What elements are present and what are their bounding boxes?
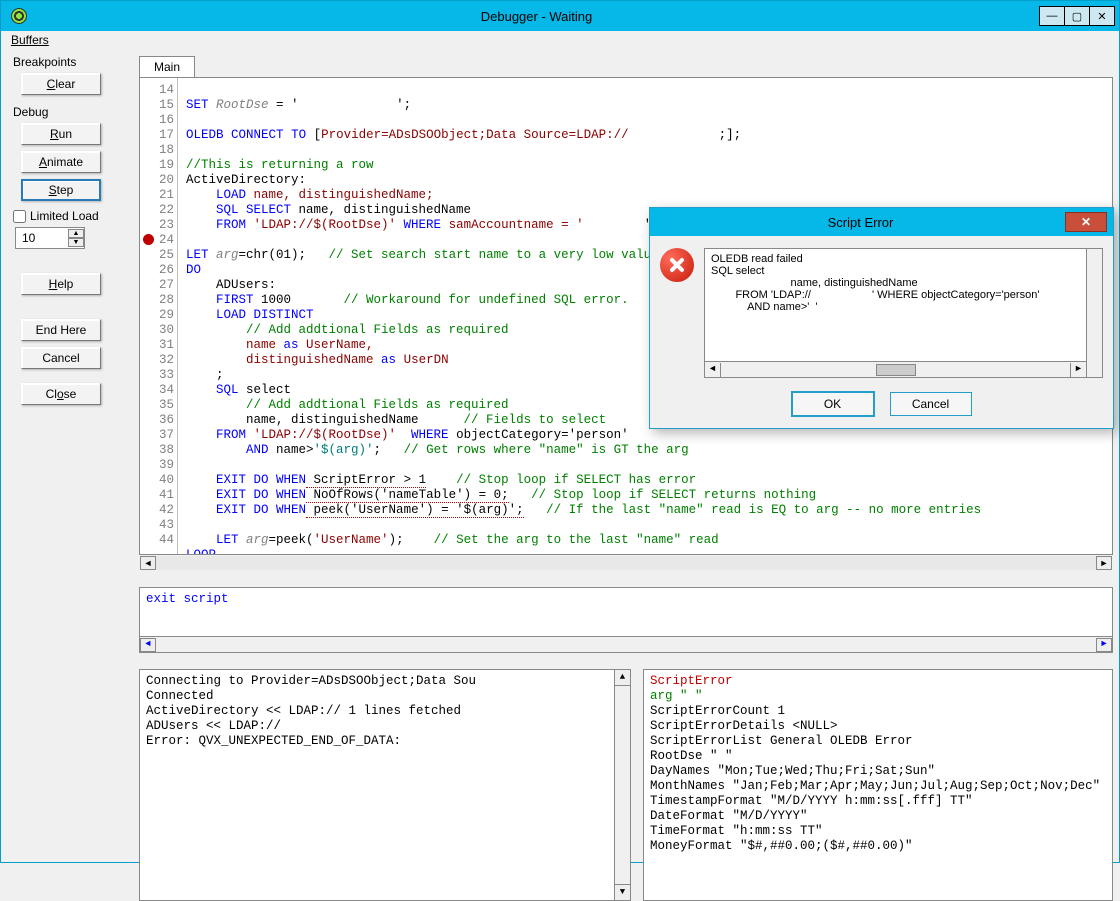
menu-buffers[interactable]: Buffers (11, 33, 49, 47)
window-buttons: — ▢ ✕ (1040, 6, 1115, 26)
limited-load-value: 10 (22, 231, 35, 245)
scroll-left-icon[interactable]: ◄ (140, 556, 156, 570)
limited-load-spinner[interactable]: 10 ▲ ▼ (15, 227, 85, 249)
titlebar: Debugger - Waiting — ▢ ✕ (1, 1, 1119, 31)
scroll-right-icon[interactable]: ► (1070, 363, 1086, 377)
variables-panel: ScriptError arg " " ScriptErrorCount 1 S… (643, 669, 1113, 901)
window-title: Debugger - Waiting (33, 9, 1040, 24)
code-scroll-h[interactable]: ◄ ► (140, 554, 1112, 570)
main-area: Breakpoints Clear Debug Run Animate Step… (1, 51, 1119, 862)
step-button[interactable]: Step (21, 179, 101, 201)
console-log: Connecting to Provider=ADsDSOObject;Data… (139, 669, 631, 901)
tab-main[interactable]: Main (139, 56, 195, 78)
dialog-close-button[interactable]: ✕ (1065, 212, 1107, 232)
scroll-down-icon[interactable]: ▼ (615, 884, 630, 900)
error-scroll-v[interactable] (1086, 249, 1102, 377)
left-panel: Breakpoints Clear Debug Run Animate Step… (13, 55, 123, 411)
limited-load-checkbox[interactable] (13, 210, 26, 223)
spin-buttons: ▲ ▼ (68, 229, 84, 247)
dialog-cancel-button[interactable]: Cancel (890, 392, 972, 416)
dialog-ok-button[interactable]: OK (792, 392, 874, 416)
gutter: 1415161718192021222324252627282930313233… (140, 78, 178, 554)
animate-button[interactable]: Animate (21, 151, 101, 173)
clear-button[interactable]: Clear (21, 73, 101, 95)
scroll-right-icon[interactable]: ► (1096, 638, 1112, 652)
console-scroll-v[interactable]: ▲ ▼ (614, 670, 630, 900)
minimize-button[interactable]: — (1039, 6, 1065, 26)
help-button[interactable]: Help (21, 273, 101, 295)
dialog-title: Script Error (656, 215, 1065, 230)
limited-load-row: Limited Load (13, 209, 123, 223)
dialog-titlebar[interactable]: Script Error ✕ (650, 208, 1113, 236)
app-icon (11, 8, 27, 24)
script-error-dialog: Script Error ✕ OLEDB read failed SQL sel… (649, 207, 1114, 429)
debug-label: Debug (13, 105, 123, 119)
menubar: Buffers (1, 31, 1119, 51)
end-here-button[interactable]: End Here (21, 319, 101, 341)
run-button[interactable]: Run (21, 123, 101, 145)
script-preview: exit script ◄ ► (139, 587, 1113, 653)
preview-scroll-h[interactable]: ◄ ► (140, 636, 1112, 652)
spin-up[interactable]: ▲ (68, 229, 84, 238)
breakpoint-icon[interactable] (143, 234, 154, 245)
error-icon (660, 248, 694, 282)
maximize-button[interactable]: ▢ (1064, 6, 1090, 26)
scroll-left-icon[interactable]: ◄ (140, 638, 156, 652)
close-window-button[interactable]: Close (21, 383, 101, 405)
scroll-up-icon[interactable]: ▲ (615, 670, 630, 686)
error-message-box[interactable]: OLEDB read failed SQL select name, disti… (704, 248, 1103, 378)
limited-load-label: Limited Load (30, 209, 99, 223)
close-button[interactable]: ✕ (1089, 6, 1115, 26)
error-scroll-h[interactable]: ◄ ► (705, 361, 1086, 377)
breakpoints-label: Breakpoints (13, 55, 123, 69)
cancel-button[interactable]: Cancel (21, 347, 101, 369)
scroll-left-icon[interactable]: ◄ (705, 363, 721, 377)
scroll-right-icon[interactable]: ► (1096, 556, 1112, 570)
spin-down[interactable]: ▼ (68, 238, 84, 247)
